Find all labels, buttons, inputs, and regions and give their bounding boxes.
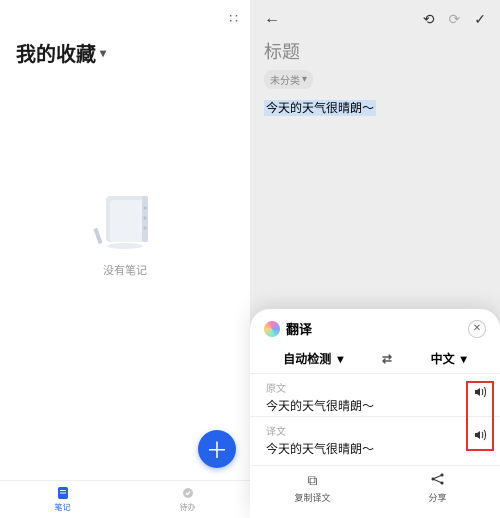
language-row: 自动检测 ▾ ⇄ 中文 ▾ — [250, 344, 500, 373]
empty-state: 没有笔记 — [90, 190, 160, 278]
folder-title[interactable]: 我的收藏 ▾ — [0, 0, 250, 67]
editor-toolbar: ← ⟲ ⟳ ✓ — [250, 0, 500, 34]
target-language-select[interactable]: 中文 ▾ — [431, 350, 467, 367]
source-label: 原文 — [266, 380, 484, 395]
note-title-input[interactable]: 标题 — [250, 34, 500, 64]
note-content[interactable]: 今天的天气很晴朗～ — [264, 99, 376, 116]
redo-icon[interactable]: ⟳ — [449, 11, 461, 28]
copy-icon: ⧉ — [308, 472, 318, 489]
notes-icon — [56, 486, 70, 500]
source-language-select[interactable]: 自动检测 ▾ — [283, 350, 343, 367]
source-text-block: 原文 今天的天气很晴朗～ — [250, 373, 500, 416]
more-icon[interactable]: ∷ — [229, 10, 238, 27]
target-label: 译文 — [266, 423, 484, 438]
nav-todo[interactable]: 待办 — [125, 481, 250, 518]
bottom-nav: 笔记 待办 — [0, 480, 250, 518]
category-label: 未分类 — [270, 72, 300, 87]
new-note-button[interactable]: ＋ — [198, 430, 236, 468]
todo-icon — [181, 486, 195, 500]
empty-text: 没有笔记 — [90, 262, 160, 278]
speaker-icon[interactable] — [472, 427, 488, 448]
selected-text: 今天的天气很晴朗～ — [264, 100, 376, 116]
source-text: 今天的天气很晴朗～ — [266, 397, 484, 414]
copy-label: 复制译文 — [294, 491, 330, 504]
panel-title: 翻译 — [264, 319, 312, 338]
chevron-down-icon: ▾ — [302, 74, 307, 85]
assistant-orb-icon — [264, 321, 280, 337]
swap-languages-icon[interactable]: ⇄ — [382, 352, 392, 366]
panel-actions: ⧉ 复制译文 分享 — [250, 465, 500, 510]
close-icon[interactable]: ✕ — [468, 320, 486, 338]
copy-translation-button[interactable]: ⧉ 复制译文 — [250, 466, 375, 510]
undo-icon[interactable]: ⟲ — [423, 11, 435, 28]
nav-notes[interactable]: 笔记 — [0, 481, 125, 518]
notes-list-pane: ∷ 我的收藏 ▾ 没有笔记 ＋ — [0, 0, 250, 518]
target-language-label: 中文 — [431, 350, 455, 367]
folder-name: 我的收藏 — [16, 38, 96, 67]
back-icon[interactable]: ← — [264, 10, 280, 28]
note-editor-pane: ← ⟲ ⟳ ✓ 标题 未分类 ▾ 今天的天气很晴朗～ 翻译 ✕ — [250, 0, 500, 518]
category-tag[interactable]: 未分类 ▾ — [264, 70, 313, 89]
target-text-block: 译文 今天的天气很晴朗～ — [250, 416, 500, 459]
chevron-down-icon: ▾ — [337, 352, 343, 366]
source-language-label: 自动检测 — [283, 350, 331, 367]
empty-notebook-icon — [90, 190, 160, 250]
panel-title-text: 翻译 — [286, 319, 312, 338]
share-icon — [430, 472, 446, 489]
speaker-icon[interactable] — [472, 384, 488, 405]
chevron-down-icon: ▾ — [461, 352, 467, 366]
translate-panel: 翻译 ✕ 自动检测 ▾ ⇄ 中文 ▾ 原文 今天的天气很晴朗～ — [250, 309, 500, 518]
confirm-icon[interactable]: ✓ — [474, 11, 486, 28]
share-label: 分享 — [428, 491, 446, 504]
nav-notes-label: 笔记 — [55, 502, 71, 513]
nav-todo-label: 待办 — [180, 502, 196, 513]
share-button[interactable]: 分享 — [375, 466, 500, 510]
target-text: 今天的天气很晴朗～ — [266, 440, 484, 457]
chevron-down-icon: ▾ — [100, 46, 106, 60]
